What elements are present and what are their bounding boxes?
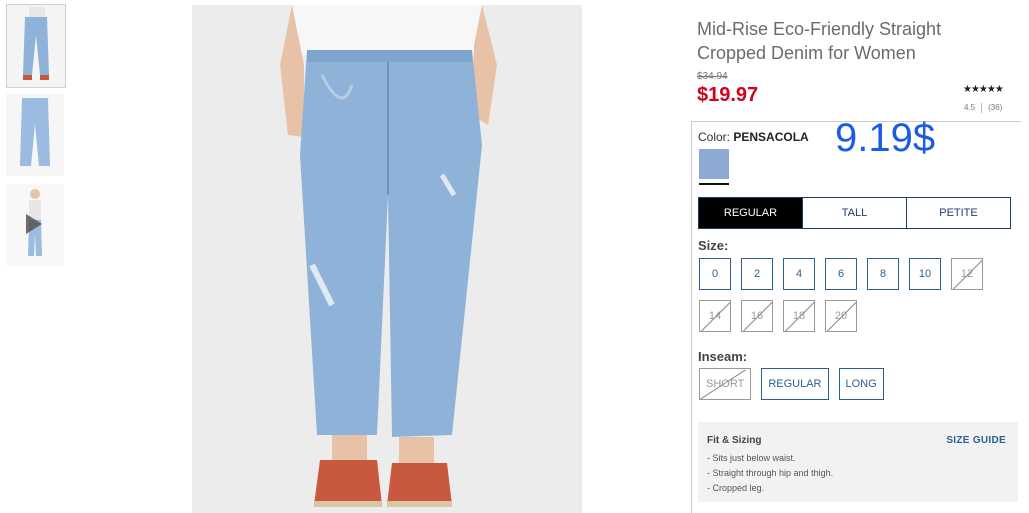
product-details-panel: Mid-Rise Eco-Friendly Straight Cropped D… xyxy=(691,0,1029,513)
size-option-0[interactable]: 0 xyxy=(699,258,731,290)
color-name: PENSACOLA xyxy=(733,130,809,144)
rating-divider xyxy=(981,103,983,113)
original-price: $34.94 xyxy=(697,71,728,82)
fit-tabs: REGULAR TALL PETITE xyxy=(698,197,1011,229)
review-count[interactable]: (36) xyxy=(988,103,1002,112)
inseam-options: SHORT REGULAR LONG xyxy=(699,368,884,400)
size-options: 0 2 4 6 8 10 12 14 16 18 20 xyxy=(699,258,999,342)
inseam-regular[interactable]: REGULAR xyxy=(761,368,829,400)
jeans-model-image xyxy=(192,5,582,513)
size-option-20-unavailable: 20 xyxy=(825,300,857,332)
color-label: Color: PENSACOLA xyxy=(698,130,809,144)
size-option-8[interactable]: 8 xyxy=(867,258,899,290)
fit-sizing-item: - Straight through hip and thigh. xyxy=(707,468,834,478)
tab-regular[interactable]: REGULAR xyxy=(699,198,803,228)
product-title: Mid-Rise Eco-Friendly Straight Cropped D… xyxy=(697,19,942,63)
swatch-selected-indicator xyxy=(699,183,729,185)
size-option-10[interactable]: 10 xyxy=(909,258,941,290)
size-option-12-unavailable: 12 xyxy=(951,258,983,290)
options-box: Color: PENSACOLA 9.19$ REGULAR TALL PETI… xyxy=(691,116,1021,513)
size-option-2[interactable]: 2 xyxy=(741,258,773,290)
main-product-image xyxy=(192,5,582,513)
size-option-16-unavailable: 16 xyxy=(741,300,773,332)
jeans-back-image xyxy=(6,94,64,176)
rating-summary[interactable]: 4.5 (36) xyxy=(964,103,1002,113)
color-swatch-pensacola[interactable] xyxy=(699,149,729,179)
fit-sizing-item: - Sits just below waist. xyxy=(707,453,796,463)
jeans-front-image xyxy=(7,5,65,87)
thumbnail-back[interactable] xyxy=(6,94,66,178)
thumbnail-video[interactable] xyxy=(6,184,66,268)
fit-sizing-title: Fit & Sizing xyxy=(707,435,762,446)
inseam-label: Inseam: xyxy=(698,349,748,364)
size-option-4[interactable]: 4 xyxy=(783,258,815,290)
thumbnail-front[interactable] xyxy=(6,4,66,88)
inseam-long[interactable]: LONG xyxy=(838,368,884,400)
thumbnail-list xyxy=(6,4,66,274)
size-guide-link[interactable]: SIZE GUIDE xyxy=(946,435,1006,446)
size-label: Size: xyxy=(698,238,729,253)
size-option-14-unavailable: 14 xyxy=(699,300,731,332)
fit-sizing-list: - Sits just below waist. - Straight thro… xyxy=(707,451,833,496)
rating-stars-icon[interactable]: ★★★★★ xyxy=(963,84,1004,95)
color-label-prefix: Color: xyxy=(698,130,731,144)
size-row: 14 16 18 20 xyxy=(699,300,999,332)
play-icon[interactable] xyxy=(26,214,42,234)
size-option-18-unavailable: 18 xyxy=(783,300,815,332)
overlay-price-annotation: 9.19$ xyxy=(835,116,936,160)
sale-price: $19.97 xyxy=(697,84,759,106)
tab-tall[interactable]: TALL xyxy=(803,198,907,228)
size-option-6[interactable]: 6 xyxy=(825,258,857,290)
inseam-short-unavailable: SHORT xyxy=(699,368,752,400)
rating-value: 4.5 xyxy=(964,103,976,113)
size-row: 0 2 4 6 8 10 12 xyxy=(699,258,999,290)
tab-petite[interactable]: PETITE xyxy=(907,198,1010,228)
fit-sizing-box: Fit & Sizing SIZE GUIDE - Sits just belo… xyxy=(698,422,1018,502)
fit-sizing-item: - Cropped leg. xyxy=(707,483,765,493)
